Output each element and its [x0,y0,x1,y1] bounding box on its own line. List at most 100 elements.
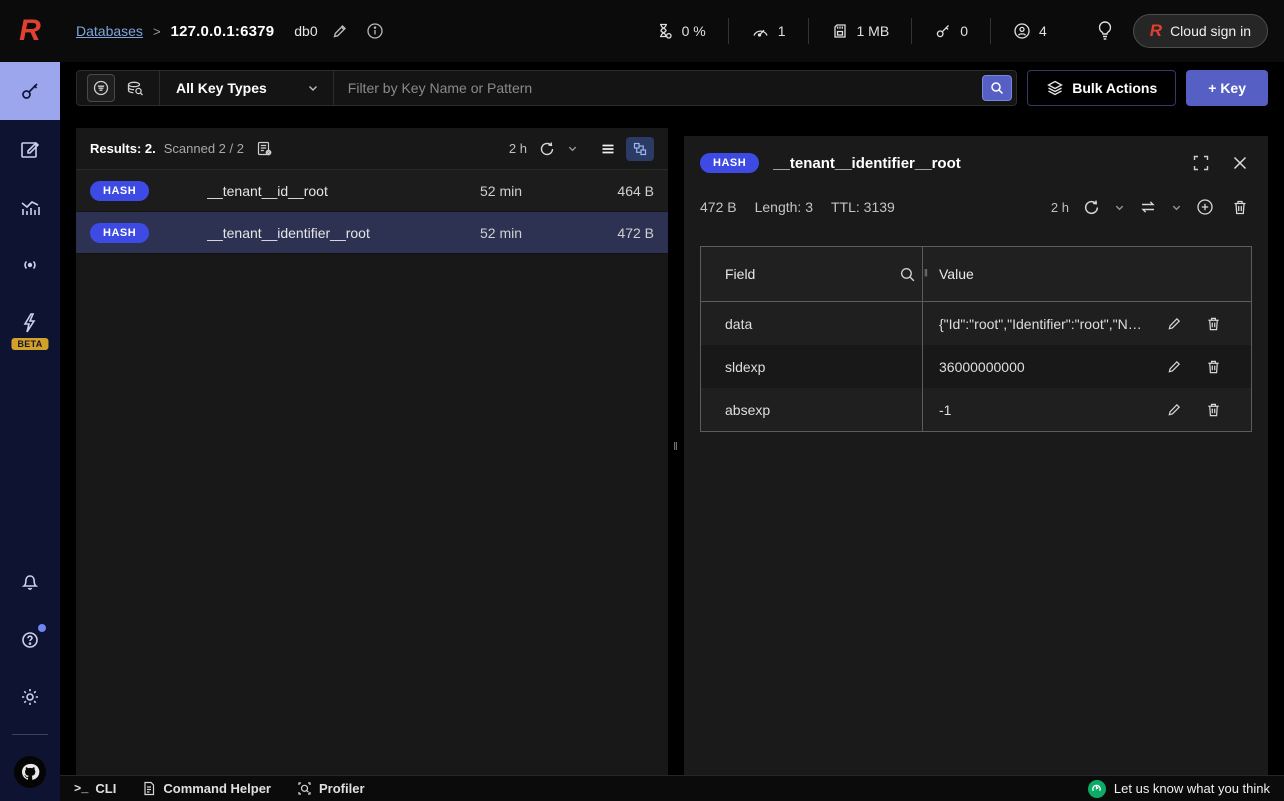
refresh-keys-button[interactable] [535,137,559,161]
refresh-details-button[interactable] [1079,195,1104,220]
row-actions [1163,398,1235,422]
triggers-functions-icon [18,311,42,335]
value-cell: {"Id":"root","Identifier":"root","Nam... [923,302,1251,345]
delete-key-button[interactable] [1228,195,1252,220]
trash-icon [1206,359,1221,375]
cli-toggle[interactable]: >_ CLI [74,781,116,796]
sidebar-item-notifications[interactable] [0,552,60,610]
stat-commands-value: 1 [778,23,786,39]
sidebar-item-workbench[interactable] [0,120,60,178]
filter-by-type-button[interactable] [87,74,115,102]
field-cell: absexp [701,388,923,431]
key-details-actions: 2 h [1051,194,1252,220]
auto-refresh-dropdown[interactable] [567,143,578,154]
stat-commands: 1 [729,22,808,41]
workspace: Results: 2. Scanned 2 / 2 2 h [60,118,1284,775]
key-filter-input[interactable] [334,80,1016,96]
commands-gauge-icon [751,22,770,41]
lightbulb-icon [1095,20,1115,42]
results-count: Results: 2. [90,141,156,156]
breadcrumb-databases-link[interactable]: Databases [76,23,143,39]
refresh-icon [1083,199,1100,216]
breadcrumb: Databases > 127.0.0.1:6379 db0 [76,18,388,44]
stat-memory: 1 MB [809,22,912,40]
key-row-selected[interactable]: HASH __tenant__identifier__root 52 min 4… [76,212,668,254]
instance-name: 127.0.0.1:6379 [171,23,275,40]
filter-group: All Key Types [76,70,1017,106]
key-list-header: Results: 2. Scanned 2 / 2 2 h [76,128,668,170]
close-icon [1232,155,1248,171]
tree-view-button[interactable] [626,137,654,161]
key-row[interactable]: HASH __tenant__id__root 52 min 464 B [76,170,668,212]
pencil-icon [1167,359,1182,374]
fullscreen-button[interactable] [1188,150,1214,176]
add-key-button[interactable]: + Key [1186,70,1268,106]
edit-field-button[interactable] [1163,312,1186,335]
memory-icon [831,22,849,40]
hash-field-row[interactable]: sldexp 36000000000 [701,345,1251,388]
redis-logo[interactable]: R [0,0,60,62]
close-details-button[interactable] [1228,151,1252,175]
app-root: R [0,0,1284,801]
sidebar-item-triggers-functions[interactable]: BETA [0,294,60,352]
help-notification-dot [38,624,46,632]
search-fields-button[interactable] [899,266,918,283]
field-cell: sldexp [701,345,923,388]
feedback-link[interactable]: Let us know what you think [1088,780,1270,798]
field-value: 36000000000 [939,359,1149,375]
filter-circle-icon [92,79,110,97]
search-by-values-button[interactable] [121,75,149,101]
key-name: __tenant__id__root [207,183,480,199]
insights-trigger[interactable] [1069,20,1133,42]
row-actions [1163,355,1235,379]
delete-field-button[interactable] [1202,312,1225,336]
delete-field-button[interactable] [1202,398,1225,422]
sidebar-item-github[interactable] [0,743,60,801]
sidebar-item-pubsub[interactable] [0,236,60,294]
instance-info-button[interactable] [362,18,388,44]
connected-clients-icon [1013,22,1031,40]
cloud-sign-in-button[interactable]: R Cloud sign in [1133,14,1268,48]
profiler-toggle[interactable]: Profiler [297,781,365,796]
value-cell: 36000000000 [923,345,1251,388]
key-size: 464 B [590,183,654,199]
redis-logo-mark: R [19,16,41,46]
value-formatter-button[interactable] [1135,195,1161,219]
chevron-down-icon [1171,202,1182,213]
hash-fields-table: Field ‖ Value d [700,246,1252,432]
hash-field-row[interactable]: data {"Id":"root","Identifier":"root","N… [701,302,1251,345]
beta-badge: BETA [11,338,48,350]
edit-alias-button[interactable] [328,19,352,43]
panel-resize-handle[interactable]: ‖ [668,118,684,775]
apply-filter-button[interactable] [982,75,1012,101]
stat-memory-value: 1 MB [857,23,890,39]
details-auto-refresh-dropdown[interactable] [1114,202,1125,213]
add-field-button[interactable] [1192,194,1218,220]
list-view-button[interactable] [594,137,622,161]
selected-key-name: __tenant__identifier__root [773,155,1174,172]
column-resize-handle[interactable]: ‖ [924,269,929,280]
formatter-dropdown[interactable] [1171,202,1182,213]
command-helper-toggle[interactable]: Command Helper [142,781,271,796]
sidebar-item-settings[interactable] [0,668,60,726]
key-type-badge: HASH [700,153,759,173]
key-filter-input-wrap [334,71,1016,105]
key-ttl-value: 3139 [864,199,895,215]
sidebar-item-analytics[interactable] [0,178,60,236]
row-actions [1163,312,1235,336]
edit-field-button[interactable] [1163,355,1186,378]
scan-more-settings-button[interactable] [252,136,277,161]
last-refresh-label: 2 h [509,141,527,156]
view-toggle [594,137,654,161]
edit-field-button[interactable] [1163,398,1186,421]
sidebar-item-help[interactable] [0,610,60,668]
plus-circle-icon [1196,198,1214,216]
delete-field-button[interactable] [1202,355,1225,379]
command-helper-label: Command Helper [163,781,271,796]
hash-field-row[interactable]: absexp -1 [701,388,1251,431]
key-list-panel: Results: 2. Scanned 2 / 2 2 h [76,128,668,775]
bulk-actions-button[interactable]: Bulk Actions [1027,70,1176,106]
key-type-select[interactable]: All Key Types [159,71,334,105]
sidebar-item-browser[interactable] [0,62,60,120]
tree-view-icon [632,141,648,157]
